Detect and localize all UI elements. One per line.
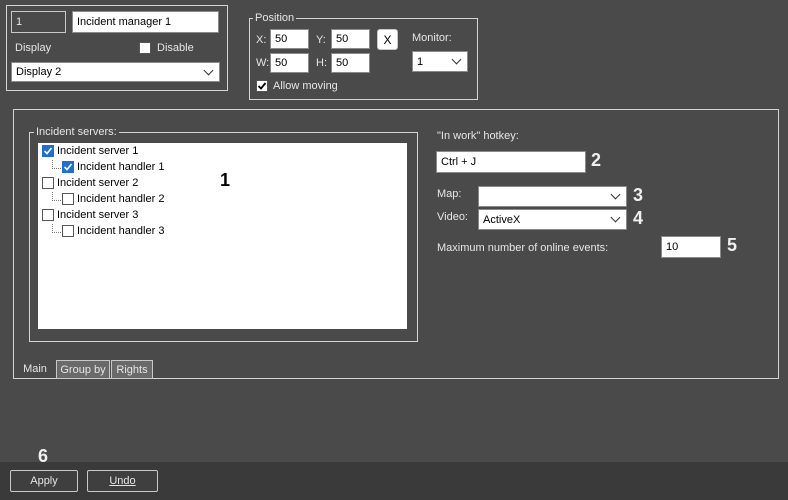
display-select[interactable]: Display 2 [11, 62, 220, 82]
position-legend: Position [253, 12, 297, 24]
callout-1: 1 [220, 170, 231, 190]
apply-button[interactable]: Apply [10, 470, 78, 492]
tree-item-label: Incident handler 1 [77, 161, 165, 173]
tab-rights[interactable]: Rights [111, 360, 153, 379]
incident-servers-legend: Incident servers: [34, 126, 119, 138]
tree-checkbox[interactable] [62, 161, 74, 173]
tree-item-incident-server-3[interactable]: Incident server 3 [42, 209, 138, 221]
apply-button-label: Apply [30, 475, 58, 487]
display-select-value: Display 2 [16, 66, 62, 78]
disable-label: Disable [157, 42, 194, 54]
chevron-down-icon [451, 54, 462, 65]
tab-label: Main [23, 362, 47, 375]
tree-checkbox[interactable] [62, 225, 74, 237]
callout-4: 4 [633, 208, 644, 228]
w-field[interactable]: 50 [270, 53, 309, 73]
chevron-down-icon [610, 212, 621, 223]
undo-button[interactable]: Undo [87, 470, 158, 492]
callout-2: 2 [591, 150, 602, 170]
monitor-label: Monitor: [412, 32, 452, 44]
h-field[interactable]: 50 [331, 53, 370, 73]
incident-servers-tree[interactable]: Incident server 1 Incident handler 1 Inc… [38, 143, 407, 329]
tab-label: Rights [116, 363, 148, 376]
undo-button-label: Undo [109, 475, 136, 487]
allow-moving-checkbox[interactable] [256, 80, 268, 92]
callout-3: 3 [633, 185, 644, 205]
map-label: Map: [437, 188, 462, 200]
tree-item-label: Incident server 1 [57, 145, 139, 157]
max-events-field[interactable]: 10 [661, 236, 721, 258]
hotkey-label: "In work" hotkey: [437, 130, 519, 142]
video-label: Video: [437, 211, 468, 223]
tree-connector [52, 168, 61, 169]
tree-item-label: Incident handler 3 [77, 225, 165, 237]
tab-label: Group by [60, 363, 106, 376]
tree-item-incident-server-1[interactable]: Incident server 1 [42, 145, 138, 157]
chevron-down-icon [203, 65, 214, 75]
reset-position-label: X [383, 32, 392, 47]
callout-6: 6 [38, 446, 49, 466]
tree-item-incident-handler-3[interactable]: Incident handler 3 [62, 225, 164, 237]
chevron-down-icon [610, 189, 621, 200]
tree-item-label: Incident server 2 [57, 177, 139, 189]
hotkey-field[interactable]: Ctrl + J [436, 151, 586, 173]
map-select[interactable] [478, 186, 627, 207]
tab-main[interactable]: Main [17, 359, 53, 378]
display-label: Display [15, 42, 52, 54]
disable-checkbox[interactable] [139, 42, 151, 54]
tree-connector [52, 232, 61, 233]
monitor-select-value: 1 [417, 55, 424, 68]
max-events-label: Maximum number of online events: [437, 242, 609, 254]
tree-checkbox[interactable] [42, 177, 54, 189]
video-select-value: ActiveX [483, 213, 521, 226]
x-field[interactable]: 50 [270, 29, 309, 49]
name-field[interactable]: Incident manager 1 [72, 11, 219, 33]
tree-checkbox[interactable] [42, 145, 54, 157]
tree-checkbox[interactable] [62, 193, 74, 205]
tab-group-by[interactable]: Group by [56, 360, 110, 379]
h-label: H: [316, 57, 327, 69]
checkmark-icon [43, 147, 53, 155]
id-field[interactable]: 1 [11, 11, 66, 33]
callout-5: 5 [727, 235, 738, 255]
y-label: Y: [316, 34, 326, 46]
monitor-select[interactable]: 1 [412, 51, 468, 72]
tree-item-incident-handler-2[interactable]: Incident handler 2 [62, 193, 164, 205]
w-label: W: [256, 57, 270, 69]
allow-moving-label: Allow moving [273, 80, 338, 92]
tree-item-incident-server-2[interactable]: Incident server 2 [42, 177, 138, 189]
tree-item-incident-handler-1[interactable]: Incident handler 1 [62, 161, 164, 173]
video-select[interactable]: ActiveX [478, 209, 627, 230]
checkmark-icon [257, 82, 267, 90]
checkmark-icon [63, 163, 73, 171]
tree-connector [52, 200, 61, 201]
tree-item-label: Incident server 3 [57, 209, 139, 221]
x-label: X: [256, 34, 267, 46]
y-field[interactable]: 50 [331, 29, 370, 49]
tree-item-label: Incident handler 2 [77, 193, 165, 205]
reset-position-button[interactable]: X [377, 29, 398, 50]
tree-checkbox[interactable] [42, 209, 54, 221]
